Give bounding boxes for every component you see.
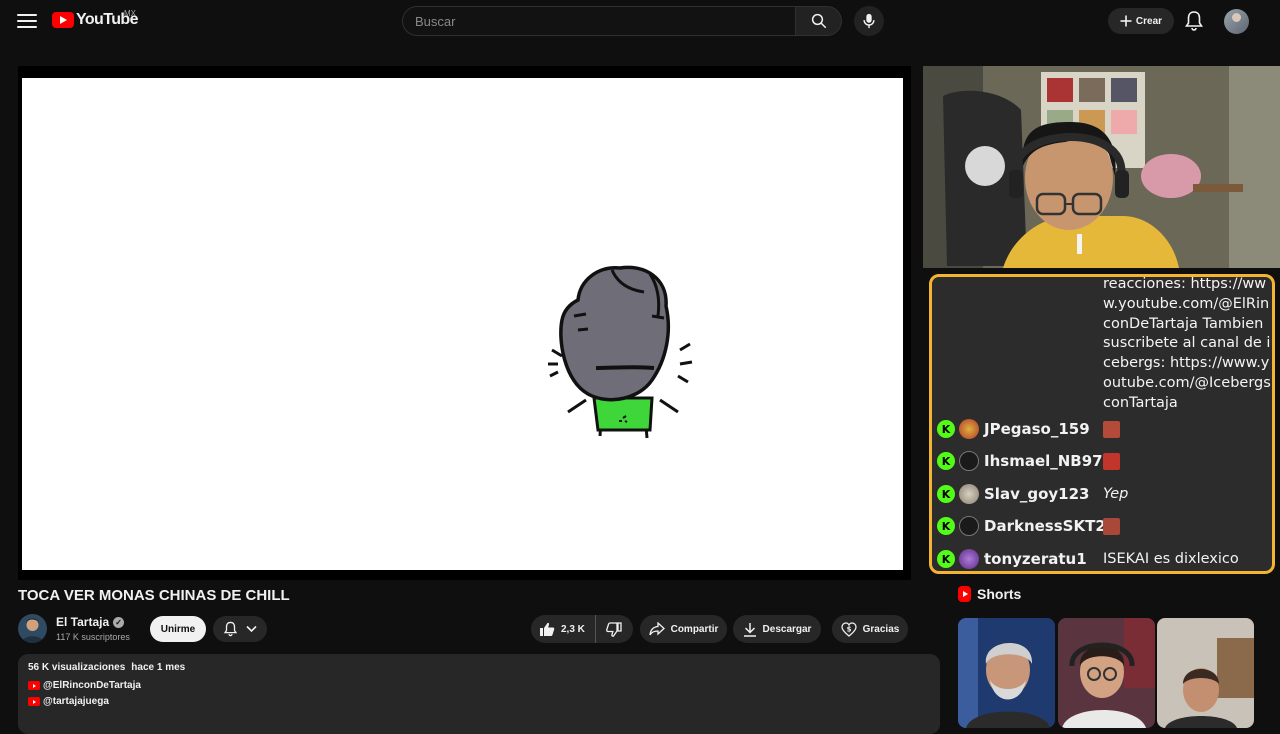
streamer-webcam <box>923 66 1280 268</box>
download-icon <box>743 622 756 637</box>
bell-icon <box>223 621 238 637</box>
share-label: Compartir <box>670 623 719 635</box>
subscription-notifications-button[interactable] <box>213 616 267 642</box>
short-thumbnail-image <box>1157 618 1254 728</box>
shorts-icon <box>958 586 971 602</box>
plus-icon <box>1120 15 1132 27</box>
region-label: MX <box>124 9 136 18</box>
download-button[interactable]: Descargar <box>733 615 821 643</box>
thanks-button[interactable]: $ Gracias <box>832 615 908 643</box>
short-thumbnail[interactable] <box>1157 618 1254 728</box>
search-bar <box>402 6 842 36</box>
chat-message: K Ihsmael_NB97 <box>932 449 1272 473</box>
subscriber-count: 117 K suscriptores <box>56 632 130 642</box>
search-input[interactable] <box>402 6 796 36</box>
svg-text:$: $ <box>846 625 851 633</box>
like-dislike-group: 2,3 K <box>531 615 633 643</box>
chat-emote-icon <box>1103 517 1120 535</box>
video-title: TOCA VER MONAS CHINAS DE CHILL <box>18 587 290 604</box>
dislike-button[interactable] <box>596 615 632 643</box>
channel-link-text: @tartajajuega <box>43 696 109 707</box>
shorts-heading-text: Shorts <box>977 586 1022 602</box>
chat-message: K Slav_goy123 Yep <box>932 482 1272 506</box>
chat-username: Ihsmael_NB97 <box>984 452 1103 470</box>
create-button[interactable]: Crear <box>1108 8 1174 34</box>
short-thumbnail[interactable] <box>1058 618 1155 728</box>
menu-icon[interactable] <box>14 9 40 33</box>
video-player[interactable] <box>18 66 911 580</box>
chat-message: K DarknessSKT26 <box>932 514 1272 538</box>
video-frame <box>22 78 903 570</box>
join-button[interactable]: Unirme <box>150 616 206 642</box>
cartoon-character-illustration <box>548 265 693 439</box>
upload-age: hace 1 mes <box>131 662 186 673</box>
kick-badge-icon: K <box>937 550 955 568</box>
chat-emote-icon <box>1103 452 1120 470</box>
description-box[interactable]: 56 K visualizaciones hace 1 mes @ElRinco… <box>18 654 940 734</box>
microphone-icon <box>863 13 875 29</box>
kick-badge-icon: K <box>937 420 955 438</box>
channel-name[interactable]: El Tartaja ✓ <box>56 615 125 629</box>
shorts-heading: Shorts <box>958 586 1021 602</box>
search-button[interactable] <box>796 6 842 36</box>
stream-chat-overlay: reacciones: https://www.youtube.com/@ElR… <box>929 274 1275 574</box>
kick-badge-icon: K <box>937 517 955 535</box>
kick-badge-icon: K <box>937 485 955 503</box>
thumbs-up-icon <box>540 622 555 636</box>
kick-badge-icon: K <box>937 452 955 470</box>
youtube-small-icon <box>28 697 40 706</box>
heart-dollar-icon: $ <box>840 621 857 637</box>
like-button[interactable]: 2,3 K <box>531 615 596 643</box>
search-icon <box>811 13 826 29</box>
account-avatar[interactable] <box>1224 9 1249 34</box>
webcam-scene-illustration <box>923 66 1280 268</box>
chat-message: K tonyzeratu1 ISEKAI es dixlexico <box>932 547 1272 571</box>
verified-check-icon: ✓ <box>113 616 125 628</box>
thanks-label: Gracias <box>862 623 900 635</box>
youtube-play-icon <box>52 12 74 28</box>
like-count: 2,3 K <box>561 623 585 635</box>
chat-username: tonyzeratu1 <box>984 550 1087 568</box>
channel-link[interactable]: @tartajajuega <box>28 696 930 707</box>
chevron-down-icon <box>246 625 257 633</box>
chat-emote-icon <box>1103 420 1120 438</box>
top-bar: YouTube MX Crear <box>0 0 1280 42</box>
description-meta: 56 K visualizaciones hace 1 mes <box>28 662 930 673</box>
user-avatar <box>959 549 979 569</box>
chat-text: Yep <box>1103 486 1129 502</box>
youtube-small-icon <box>28 681 40 690</box>
voice-search-button[interactable] <box>854 6 884 36</box>
channel-avatar-image <box>21 618 44 643</box>
create-label: Crear <box>1135 15 1163 27</box>
channel-name-text: El Tartaja <box>56 615 110 629</box>
user-avatar <box>959 484 979 504</box>
chat-text: ISEKAI es dixlexico <box>1103 551 1239 567</box>
default-user-avatar-icon <box>959 516 979 536</box>
share-arrow-icon <box>648 622 665 636</box>
user-avatar <box>959 419 979 439</box>
default-user-avatar-icon <box>959 451 979 471</box>
channel-avatar[interactable] <box>18 614 47 643</box>
short-thumbnail[interactable] <box>958 618 1055 728</box>
pinned-chat-message: reacciones: https://www.youtube.com/@ElR… <box>1103 276 1271 411</box>
short-thumbnail-image <box>1058 618 1155 728</box>
chat-username: DarknessSKT26 <box>984 517 1117 535</box>
chat-message: K JPegaso_159 <box>932 417 1272 441</box>
chat-username: Slav_goy123 <box>984 485 1090 503</box>
channel-link-text: @ElRinconDeTartaja <box>43 680 141 691</box>
thumbs-down-icon <box>605 621 622 637</box>
view-count: 56 K visualizaciones <box>28 662 126 673</box>
short-thumbnail-image <box>958 618 1055 728</box>
channel-link[interactable]: @ElRinconDeTartaja <box>28 680 930 691</box>
chat-username: JPegaso_159 <box>984 420 1090 438</box>
download-label: Descargar <box>762 623 812 635</box>
notifications-bell-icon[interactable] <box>1184 10 1204 32</box>
share-button[interactable]: Compartir <box>640 615 727 643</box>
